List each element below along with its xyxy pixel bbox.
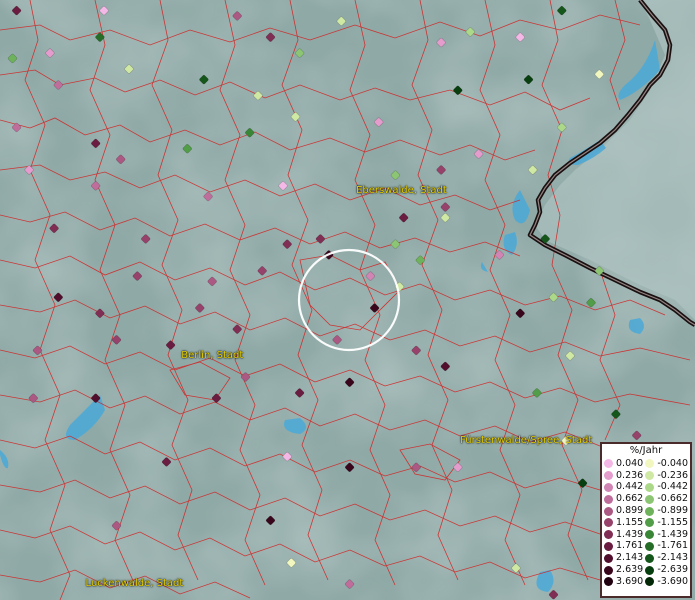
legend-swatch <box>645 471 655 481</box>
legend-label: 1.439 <box>616 528 644 540</box>
legend-swatch <box>645 577 655 587</box>
legend-item-negative: -0.040 <box>645 458 688 470</box>
legend-swatch <box>604 530 613 540</box>
legend-label: 0.899 <box>616 505 644 517</box>
legend-label: -0.662 <box>657 493 688 505</box>
legend-label: -0.899 <box>657 505 688 517</box>
legend-swatch <box>604 553 613 563</box>
legend-swatch <box>604 471 613 481</box>
legend-item-negative: -0.442 <box>645 482 688 494</box>
map-canvas[interactable] <box>0 0 695 600</box>
legend-label: 1.155 <box>616 516 644 528</box>
legend-label: -0.442 <box>657 481 688 493</box>
legend-swatch <box>604 506 613 516</box>
legend-item-positive: 2.143 <box>604 552 643 564</box>
legend-label: -1.155 <box>657 516 688 528</box>
legend-item-positive: 0.442 <box>604 482 643 494</box>
legend-swatch <box>645 494 655 504</box>
legend-label: 2.639 <box>616 564 644 576</box>
legend-swatch <box>604 565 613 575</box>
legend-item-negative: -1.155 <box>645 517 688 529</box>
legend-label: 0.040 <box>616 457 644 469</box>
legend-label: -2.639 <box>657 564 688 576</box>
legend-swatch <box>645 506 655 516</box>
legend-item-positive: 1.439 <box>604 529 643 541</box>
legend-item-positive: 0.236 <box>604 470 643 482</box>
legend-item-positive: 0.040 <box>604 458 643 470</box>
legend-swatch <box>645 459 655 469</box>
legend-item-negative: -0.662 <box>645 493 688 505</box>
legend-swatch <box>645 541 655 551</box>
legend-label: 0.662 <box>616 493 644 505</box>
legend: %/Jahr 0.040 -0.040 0.236 -0.236 0.442 -0.442… <box>600 442 692 598</box>
legend-label: 2.143 <box>616 552 644 564</box>
legend-label: 1.761 <box>616 540 644 552</box>
legend-item-positive: 0.899 <box>604 505 643 517</box>
city-label: Luckenwalde, Stadt <box>85 578 184 590</box>
legend-title: %/Jahr <box>629 445 663 456</box>
legend-item-positive: 0.662 <box>604 493 643 505</box>
legend-label: -3.690 <box>657 575 688 587</box>
legend-label: 0.236 <box>616 469 644 481</box>
legend-item-negative: -3.690 <box>645 576 688 588</box>
legend-swatch <box>645 530 655 540</box>
city-label: Berlin, Stadt <box>181 349 244 361</box>
legend-item-positive: 1.761 <box>604 541 643 553</box>
city-label: Eberswalde, Stadt <box>356 185 447 197</box>
legend-swatch <box>604 459 613 469</box>
legend-swatch <box>604 577 613 587</box>
legend-label: -0.040 <box>657 457 688 469</box>
legend-swatch <box>604 494 613 504</box>
city-label: Fürstenwalde/Spree, Stadt <box>460 434 593 446</box>
legend-label: -2.143 <box>657 552 688 564</box>
legend-item-negative: -1.439 <box>645 529 688 541</box>
legend-item-negative: -1.761 <box>645 541 688 553</box>
legend-label: 0.442 <box>616 481 644 493</box>
legend-label: -1.761 <box>657 540 688 552</box>
legend-label: -0.236 <box>657 469 688 481</box>
legend-swatch <box>645 518 655 528</box>
legend-swatch <box>645 482 655 492</box>
legend-swatch <box>645 565 655 575</box>
legend-item-negative: -2.143 <box>645 552 688 564</box>
legend-item-negative: -2.639 <box>645 564 688 576</box>
legend-swatch <box>645 553 655 563</box>
legend-item-positive: 2.639 <box>604 564 643 576</box>
legend-item-positive: 3.690 <box>604 576 643 588</box>
legend-label: -1.439 <box>657 528 688 540</box>
legend-item-positive: 1.155 <box>604 517 643 529</box>
legend-item-negative: -0.899 <box>645 505 688 517</box>
legend-swatch <box>604 482 613 492</box>
legend-swatch <box>604 518 613 528</box>
legend-swatch <box>604 541 613 551</box>
legend-item-negative: -0.236 <box>645 470 688 482</box>
legend-label: 3.690 <box>616 575 644 587</box>
